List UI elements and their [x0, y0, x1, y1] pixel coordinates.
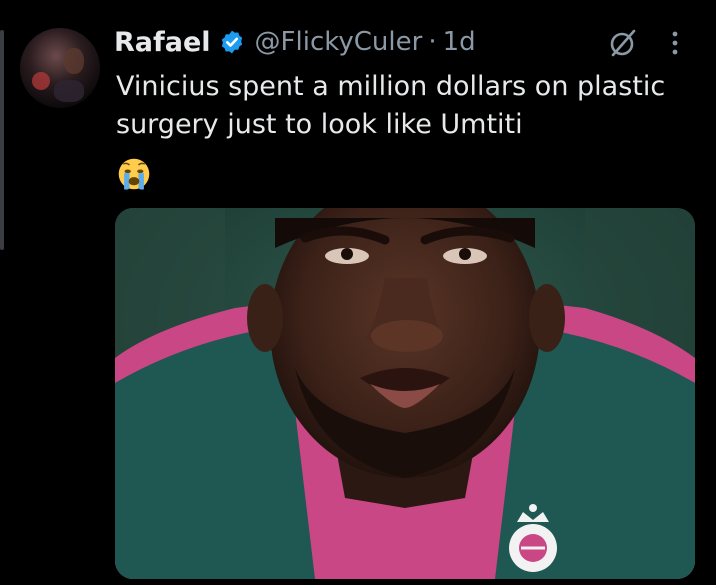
tweet-header: Rafael @FlickyCuler · 1d [114, 22, 476, 62]
tweet-text: Vinicius spent a million dollars on plas… [116, 71, 666, 140]
avatar[interactable] [20, 28, 100, 108]
tweet-media-photo[interactable] [115, 208, 695, 579]
scroll-indicator [0, 30, 4, 250]
display-name[interactable]: Rafael [114, 27, 211, 58]
tweet-card[interactable]: Rafael @FlickyCuler · 1d Vinicius spent … [18, 14, 708, 579]
crying-face-icon [116, 156, 156, 196]
timestamp[interactable]: 1d [443, 27, 476, 57]
more-options-icon[interactable] [668, 26, 682, 60]
separator-dot: · [428, 27, 437, 57]
grok-icon[interactable] [608, 28, 638, 58]
verified-badge-icon [219, 29, 245, 55]
player-photo [115, 208, 695, 579]
user-handle[interactable]: @FlickyCuler [255, 27, 423, 57]
